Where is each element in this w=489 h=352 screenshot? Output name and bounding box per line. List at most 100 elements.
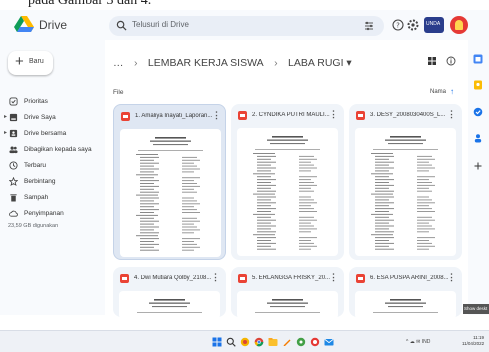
breadcrumb-separator: › [133, 57, 138, 69]
app-icon[interactable] [240, 337, 250, 347]
storage-usage: 23,59 GB digunakan [8, 223, 59, 229]
sidebar-item-label: Prioritas [24, 98, 48, 105]
file-card[interactable]: 1. Amaliya Inayati_Laporan... ⋮ [113, 104, 226, 260]
pen-app-icon[interactable] [282, 337, 292, 347]
priority-icon [9, 97, 18, 106]
sidebar-item-priority[interactable]: Prioritas [0, 95, 105, 109]
keep-icon[interactable] [473, 80, 483, 90]
file-name: 1. Amaliya Inayati_Laporan... [135, 113, 213, 119]
sidebar-item-label: Sampah [24, 194, 49, 201]
search-input[interactable]: Telusuri di Drive [132, 20, 189, 29]
file-explorer-icon[interactable] [268, 337, 278, 347]
taskbar: ^ ☁ ✉ IND 11:19 11/04/2022 [0, 330, 489, 352]
file-thumbnail [120, 129, 221, 257]
file-card-header: 6. ESA PUSPA ARINI_2008... ⋮ [349, 267, 462, 289]
svg-text:?: ? [396, 22, 400, 30]
sidebar-item-label: Drive bersama [24, 130, 67, 137]
sidebar-item-starred[interactable]: Berbintang [0, 175, 105, 189]
sidebar-item-my-drive[interactable]: ▸ Drive Saya [0, 111, 105, 125]
search-icon[interactable] [116, 20, 127, 31]
windows-start-icon[interactable] [212, 337, 222, 347]
pdf-file-icon [121, 112, 130, 121]
sidebar-item-storage[interactable]: Penyimpanan [0, 207, 105, 221]
sidebar-item-shared-drive[interactable]: ▸ Drive bersama [0, 127, 105, 141]
file-name: 3. DESY_2008030400S_L... [370, 112, 446, 118]
add-addon-icon[interactable] [473, 161, 483, 171]
clock-date: 11/04/2022 [462, 341, 485, 346]
file-name: 6. ESA PUSPA ARINI_2008... [370, 275, 449, 281]
file-thumbnail [119, 291, 220, 317]
mail-app-icon[interactable] [324, 337, 334, 347]
sidebar-item-recent[interactable]: Terbaru [0, 159, 105, 173]
shared-drive-icon [9, 129, 18, 138]
taskbar-clock[interactable]: 11:19 11/04/2022 [462, 335, 484, 347]
more-options-icon[interactable]: ⋮ [447, 109, 456, 120]
drive-logo-icon[interactable] [14, 16, 34, 33]
expand-arrow-icon[interactable]: ▸ [4, 113, 7, 120]
file-card-header: 4. Dwi Mutiara Qolby_2108... ⋮ [113, 267, 226, 289]
more-options-icon[interactable]: ⋮ [329, 272, 338, 283]
sort-by-name[interactable]: Nama [430, 89, 446, 95]
breadcrumb: … › LEMBAR KERJA SISWA › LABA RUGI ▾ [113, 53, 358, 69]
sidebar-item-label: Terbaru [24, 162, 47, 169]
file-card-header: 5. ERLANGGA FRISKY_20... ⋮ [231, 267, 344, 289]
document-caption: pada Gambar 3 dan 4. [28, 0, 152, 8]
system-tray[interactable]: ^ ☁ ✉ IND [406, 339, 430, 345]
filter-options-icon[interactable] [364, 21, 374, 31]
sidebar-item-label: Penyimpanan [24, 210, 64, 217]
store-app-icon[interactable] [310, 337, 320, 347]
breadcrumb-ellipsis[interactable]: … [113, 57, 124, 69]
show-desktop-tooltip: Show deskt [463, 304, 489, 314]
shared-with-me-icon [9, 146, 18, 154]
cloud-icon [9, 210, 18, 217]
file-card-header: 1. Amaliya Inayati_Laporan... ⋮ [114, 105, 225, 127]
help-icon[interactable]: ? [392, 19, 404, 31]
sidebar-item-label: Dibagikan kepada saya [24, 146, 92, 153]
settings-icon[interactable] [407, 19, 419, 31]
files-section-label: File [113, 89, 124, 96]
avatar-figure [455, 20, 463, 30]
clock-icon [9, 161, 18, 170]
tasks-icon[interactable] [473, 107, 483, 117]
expand-arrow-icon[interactable]: ▸ [4, 129, 7, 136]
more-options-icon[interactable]: ⋮ [211, 272, 220, 283]
more-options-icon[interactable]: ⋮ [212, 110, 221, 121]
file-card[interactable]: 3. DESY_2008030400S_L... ⋮ [349, 104, 462, 260]
grid-view-icon[interactable] [427, 56, 437, 66]
sort-arrow-up-icon[interactable]: ↑ [450, 87, 454, 96]
sidebar-item-label: Drive Saya [24, 114, 56, 121]
app-title[interactable]: Drive [39, 18, 67, 32]
file-thumbnail [237, 128, 338, 256]
file-name: 2. CYNDIKA PUTRI MAULI... [252, 112, 330, 118]
sidebar-item-label: Berbintang [24, 178, 56, 185]
pdf-file-icon [356, 111, 365, 120]
star-icon [9, 177, 18, 186]
file-card-header: 2. CYNDIKA PUTRI MAULI... ⋮ [231, 104, 344, 126]
calendar-icon[interactable] [473, 54, 483, 64]
file-card[interactable]: 6. ESA PUSPA ARINI_2008... ⋮ [349, 267, 462, 317]
file-card[interactable]: 4. Dwi Mutiara Qolby_2108... ⋮ [113, 267, 226, 317]
contacts-icon[interactable] [473, 133, 483, 143]
more-options-icon[interactable]: ⋮ [329, 109, 338, 120]
new-button[interactable]: + Baru [8, 51, 53, 75]
file-name: 5. ERLANGGA FRISKY_20... [252, 275, 331, 281]
my-drive-icon [9, 113, 18, 122]
search-bar[interactable]: Telusuri di Drive [109, 16, 384, 36]
taskbar-search-icon[interactable] [226, 337, 236, 347]
media-app-icon[interactable] [296, 337, 306, 347]
organization-badge: UNDA [424, 17, 444, 33]
chrome-icon[interactable] [254, 337, 264, 347]
more-options-icon[interactable]: ⋮ [447, 272, 456, 283]
info-icon[interactable] [446, 56, 456, 66]
pdf-file-icon [238, 111, 247, 120]
sidebar: + Baru Prioritas ▸ Drive Saya ▸ Drive be… [0, 40, 105, 315]
file-card-header: 3. DESY_2008030400S_L... ⋮ [349, 104, 462, 126]
file-card[interactable]: 2. CYNDIKA PUTRI MAULI... ⋮ [231, 104, 344, 260]
breadcrumb-folder[interactable]: LEMBAR KERJA SISWA [148, 57, 264, 69]
sidebar-item-shared-with-me[interactable]: Dibagikan kepada saya [0, 143, 105, 157]
plus-icon: + [15, 53, 24, 70]
breadcrumb-current-folder[interactable]: LABA RUGI ▾ [288, 57, 352, 69]
sidebar-item-trash[interactable]: Sampah [0, 191, 105, 205]
file-card[interactable]: 5. ERLANGGA FRISKY_20... ⋮ [231, 267, 344, 317]
side-panel [468, 40, 489, 315]
